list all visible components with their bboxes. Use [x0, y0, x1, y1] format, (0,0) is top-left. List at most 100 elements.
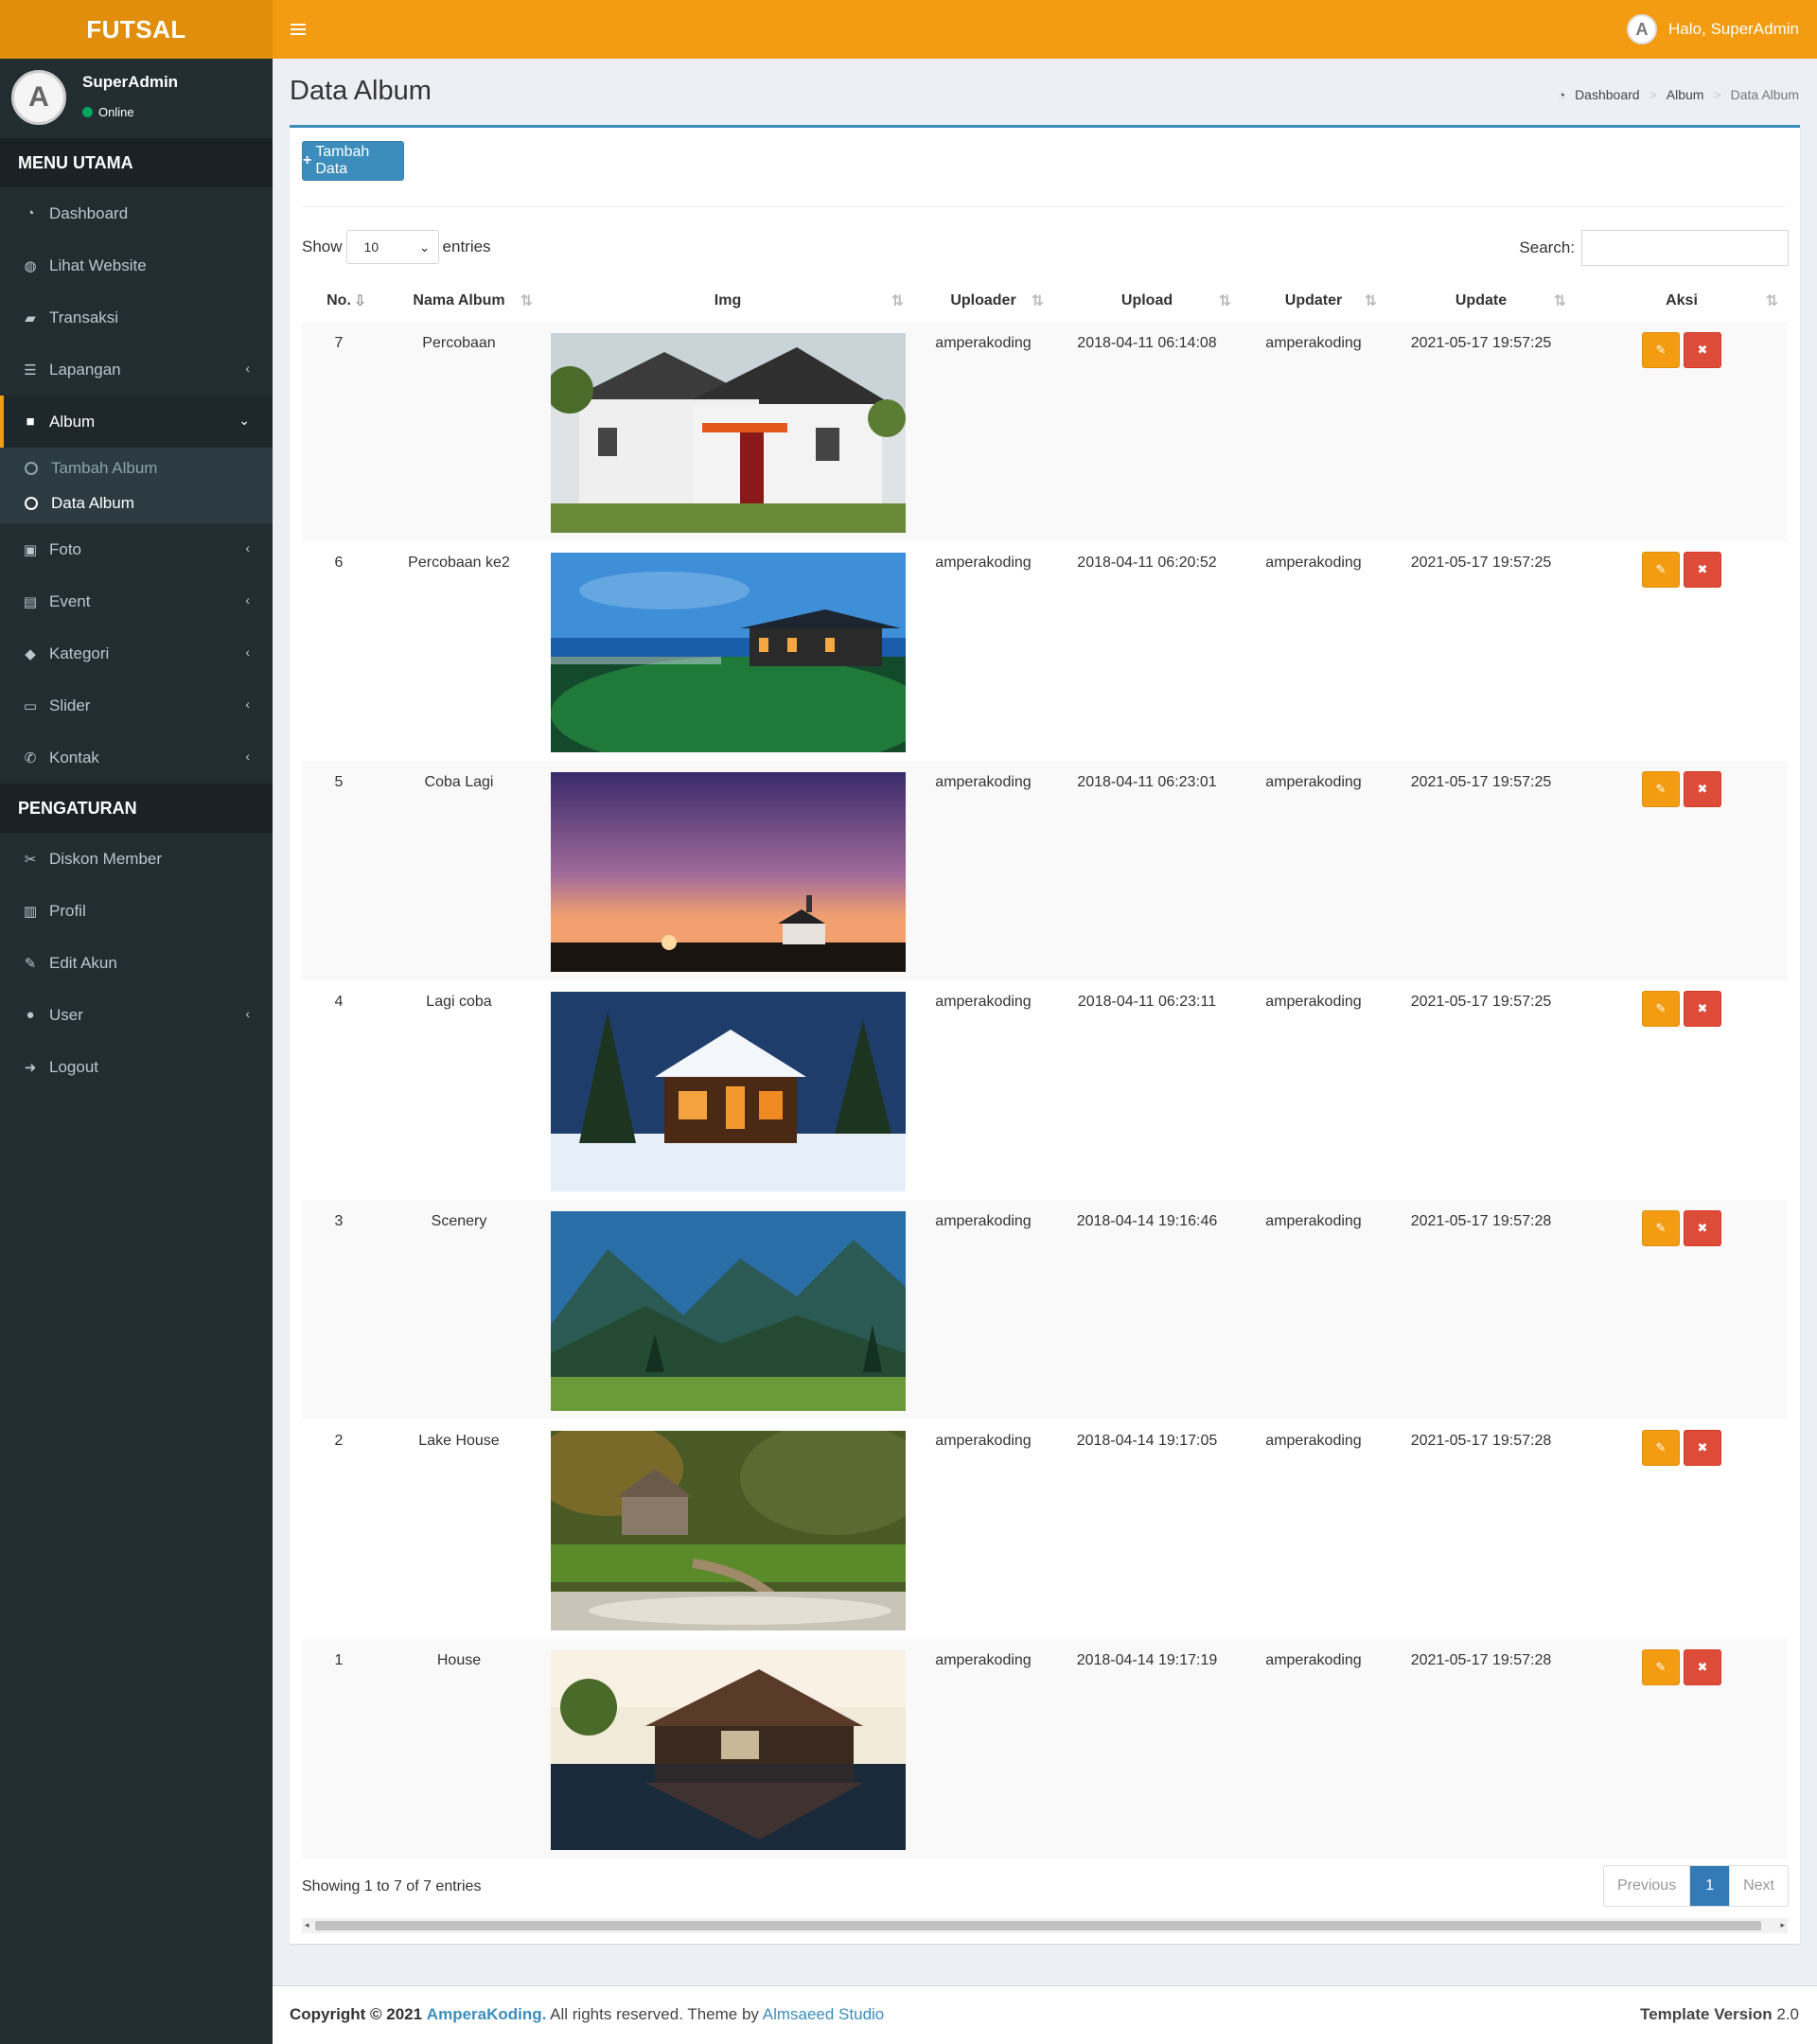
chevron-left-icon: ‹	[245, 644, 250, 660]
list-icon: ☰	[24, 361, 37, 379]
sidebar-item-edit-akun[interactable]: ✎ Edit Akun	[0, 937, 273, 989]
page-length-control: Show 10 ⌄ entries	[302, 230, 491, 264]
album-thumbnail[interactable]	[550, 992, 906, 1191]
column-header-nama-album[interactable]: Nama Album ⇅	[376, 279, 542, 322]
delete-button[interactable]: ✖	[1684, 771, 1721, 807]
cell-album-name: Lagi coba	[426, 994, 492, 1010]
column-header-img[interactable]: Img ⇅	[542, 279, 913, 322]
column-header-no[interactable]: No. ⇩	[302, 279, 376, 322]
add-data-button[interactable]: + Tambah Data	[302, 141, 404, 181]
table-row: 5 Coba Lagi amperakoding 2018-04-11 06:23:0…	[302, 761, 1788, 980]
globe-icon: ◍	[24, 257, 37, 274]
cell-uploader: amperakoding	[913, 1200, 1053, 1419]
sidebar-item-diskon-member[interactable]: ✂ Diskon Member	[0, 833, 273, 885]
edit-button[interactable]: ✎	[1642, 332, 1680, 368]
cell-album-name: Scenery	[376, 1200, 542, 1419]
copyright-text: Copyright © 2021	[290, 2005, 423, 2023]
horizontal-scrollbar[interactable]: ◂ ▸	[302, 1918, 1788, 1933]
column-header-upload[interactable]: Upload ⇅	[1053, 279, 1241, 322]
breadcrumb-separator: >	[1649, 87, 1657, 102]
scroll-right-icon[interactable]: ▸	[1780, 1920, 1785, 1930]
cell-actions: ✎ ✖	[1576, 1639, 1788, 1859]
delete-button[interactable]: ✖	[1684, 332, 1721, 368]
close-icon: ✖	[1697, 562, 1708, 576]
sidebar-item-kategori[interactable]: ◆ Kategori ‹	[0, 627, 273, 679]
pencil-icon: ✎	[1655, 562, 1667, 576]
sidebar-item-label: Event	[49, 591, 91, 610]
page-length-select[interactable]: 10 ⌄	[345, 230, 439, 264]
header-label: Aksi	[1666, 291, 1698, 308]
edit-button[interactable]: ✎	[1642, 991, 1680, 1027]
sidebar-item-lihat-website[interactable]: ◍ Lihat Website	[0, 239, 273, 291]
sidebar-item-event[interactable]: ▤ Event ‹	[0, 575, 273, 627]
edit-button[interactable]: ✎	[1642, 771, 1680, 807]
album-data-box: + Tambah Data Show 10 ⌄ entries Search: No…	[290, 125, 1800, 1944]
album-thumbnail[interactable]	[550, 333, 906, 533]
scrollbar-thumb[interactable]	[315, 1921, 1761, 1930]
previous-page-button[interactable]: Previous	[1604, 1866, 1691, 1906]
sidebar-item-user[interactable]: ● User ‹	[0, 989, 273, 1041]
header-label: Img	[714, 291, 742, 308]
cell-no: 6	[334, 555, 344, 571]
sort-icon: ⇅	[520, 293, 533, 309]
dashboard-icon: ◔	[26, 205, 35, 221]
sidebar-item-profil[interactable]: ▥ Profil	[0, 885, 273, 937]
cell-album-name: Coba Lagi	[376, 761, 542, 980]
edit-button[interactable]: ✎	[1642, 1210, 1680, 1246]
album-thumbnail[interactable]	[550, 553, 906, 752]
sidebar-item-logout[interactable]: ➜ Logout	[0, 1041, 273, 1093]
breadcrumb-dashboard[interactable]: Dashboard	[1575, 87, 1640, 102]
sidebar-subitem-data-album[interactable]: Data Album	[0, 485, 273, 520]
avatar: A	[11, 70, 66, 125]
pencil-icon: ✎	[1655, 1221, 1667, 1235]
next-page-button[interactable]: Next	[1730, 1866, 1788, 1906]
sidebar-item-label: Lapangan	[49, 360, 121, 379]
delete-button[interactable]: ✖	[1684, 1210, 1721, 1246]
sidebar-item-album[interactable]: ■ Album ⌄	[0, 396, 273, 448]
footer-copyright: Copyright © 2021 AmperaKoding. All right…	[290, 2005, 884, 2024]
theme-link[interactable]: Almsaeed Studio	[763, 2005, 885, 2023]
column-header-updater[interactable]: Updater ⇅	[1241, 279, 1386, 322]
column-header-update[interactable]: Update ⇅	[1386, 279, 1576, 322]
search-input[interactable]	[1581, 230, 1789, 266]
sidebar-item-label: Lihat Website	[49, 256, 147, 274]
sidebar-toggle-button[interactable]	[284, 15, 312, 44]
scroll-left-icon[interactable]: ◂	[305, 1920, 309, 1930]
building-icon: ▥	[23, 903, 38, 920]
album-thumbnail[interactable]	[550, 772, 906, 972]
cell-image	[542, 1419, 913, 1639]
status-text: Online	[98, 105, 134, 119]
cell-uploader: amperakoding	[913, 322, 1053, 541]
brand-link[interactable]: AmperaKoding.	[427, 2005, 547, 2023]
sidebar-item-slider[interactable]: ▭ Slider ‹	[0, 679, 273, 731]
pencil-icon: ✎	[1655, 782, 1667, 796]
album-thumbnail[interactable]	[550, 1211, 906, 1411]
sidebar-item-transaksi[interactable]: ▰ Transaksi	[0, 291, 273, 344]
column-header-uploader[interactable]: Uploader ⇅	[913, 279, 1053, 322]
sidebar-item-lapangan[interactable]: ☰ Lapangan ‹	[0, 344, 273, 396]
edit-button[interactable]: ✎	[1642, 1430, 1680, 1466]
user-panel: A SuperAdmin Online	[0, 59, 273, 138]
album-thumbnail[interactable]	[550, 1431, 906, 1630]
table-header-row: No. ⇩ Nama Album ⇅ Img ⇅ Uploader ⇅ Upload ⇅ …	[302, 279, 1788, 322]
delete-button[interactable]: ✖	[1684, 991, 1721, 1027]
breadcrumb-separator: >	[1713, 87, 1721, 102]
sidebar-item-foto[interactable]: ▣ Foto ‹	[0, 523, 273, 575]
user-name: SuperAdmin	[82, 73, 179, 91]
edit-button[interactable]: ✎	[1642, 552, 1680, 588]
table-row: 1 House amperakoding 2018-04-14 19:17:19 amp…	[302, 1639, 1788, 1859]
user-menu[interactable]: A Halo, SuperAdmin	[1627, 13, 1799, 45]
delete-button[interactable]: ✖	[1684, 552, 1721, 588]
delete-button[interactable]: ✖	[1684, 1430, 1721, 1466]
album-thumbnail[interactable]	[550, 1650, 906, 1850]
page-button-current[interactable]: 1	[1690, 1866, 1731, 1906]
column-header-aksi[interactable]: Aksi ⇅	[1576, 279, 1788, 322]
sidebar-item-kontak[interactable]: ✆ Kontak ‹	[0, 731, 273, 784]
footer-version: Template Version 2.0	[1640, 2005, 1799, 2024]
edit-button[interactable]: ✎	[1642, 1649, 1680, 1685]
app-logo[interactable]: FUTSAL	[0, 0, 273, 59]
breadcrumb-album[interactable]: Album	[1667, 87, 1704, 102]
sidebar-item-dashboard[interactable]: ◔ Dashboard	[0, 187, 273, 239]
sidebar-subitem-tambah-album[interactable]: Tambah Album	[0, 450, 273, 485]
delete-button[interactable]: ✖	[1684, 1649, 1721, 1685]
